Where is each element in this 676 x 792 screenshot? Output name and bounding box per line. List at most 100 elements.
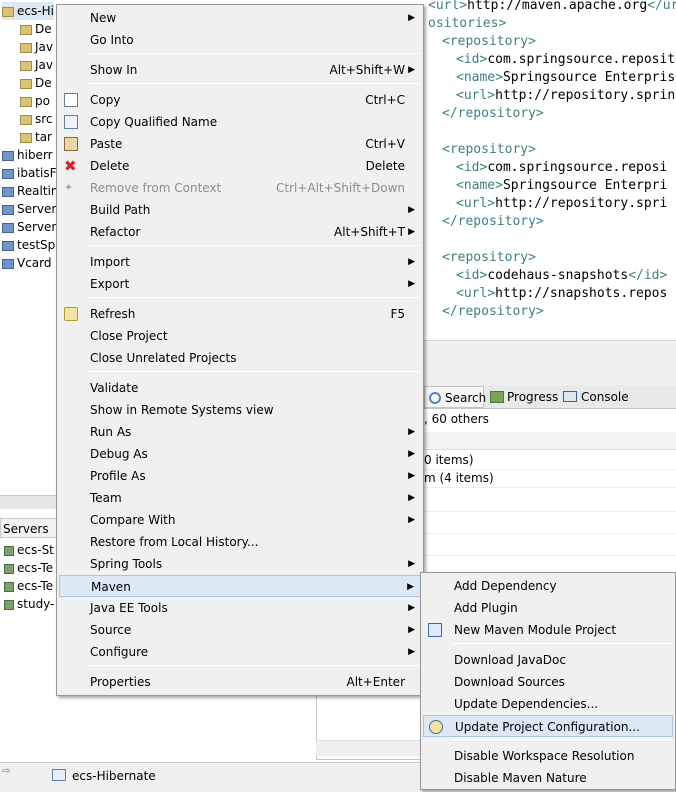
menu-item-export[interactable]: Export ▶	[59, 273, 421, 295]
code-line[interactable]: </repository>	[442, 105, 544, 123]
menu-item-paste[interactable]: Paste Ctrl+V	[59, 133, 421, 155]
server-item[interactable]: ecs-St	[4, 541, 54, 559]
menu-item-properties[interactable]: Properties Alt+Enter	[59, 671, 421, 693]
menu-item-spring-tools[interactable]: Spring Tools ▶	[59, 553, 421, 575]
menu-item-update-dependencies[interactable]: Update Dependencies...	[423, 693, 673, 715]
code-line[interactable]: </repository>	[442, 213, 544, 231]
menu-item-compare-with[interactable]: Compare With ▶	[59, 509, 421, 531]
tab-progress[interactable]: Progress	[487, 386, 558, 408]
server-item[interactable]: study-	[4, 595, 54, 613]
server-icon	[4, 581, 14, 592]
code-line[interactable]: <url>http://snapshots.repos	[456, 285, 667, 303]
menu-item-copy-qualified-name[interactable]: Copy Qualified Name	[59, 111, 421, 133]
menu-item-maven[interactable]: Maven ▶	[59, 575, 421, 597]
code-line[interactable]: <id>codehaus-snapshots</id>	[456, 267, 667, 285]
submenu-arrow-icon: ▶	[407, 582, 414, 592]
menu-item-remove-from-context[interactable]: ✦ Remove from Context Ctrl+Alt+Shift+Down	[59, 177, 421, 199]
tab-search[interactable]: Search	[424, 386, 486, 408]
tree-item-label: Jav	[35, 40, 53, 54]
tree-item[interactable]: testSp	[2, 236, 55, 254]
code-line[interactable]: <url>http://repository.spri	[456, 195, 667, 213]
menu-item-show-in-remote-systems-view[interactable]: Show in Remote Systems view	[59, 399, 421, 421]
code-tag: <url>	[456, 196, 496, 211]
submenu-arrow-icon: ▶	[408, 559, 415, 569]
menu-item-configure[interactable]: Configure ▶	[59, 641, 421, 663]
submenu-arrow-icon: ▶	[408, 603, 415, 613]
tree-item[interactable]: tar	[20, 128, 52, 146]
menu-item-run-as[interactable]: Run As ▶	[59, 421, 421, 443]
menu-item-java-ee-tools[interactable]: Java EE Tools ▶	[59, 597, 421, 619]
code-tag: <id>	[456, 52, 488, 67]
code-line[interactable]: <name>Springsource Enterpri	[456, 177, 667, 195]
menu-item-close-project[interactable]: Close Project	[59, 325, 421, 347]
menu-item-profile-as[interactable]: Profile As ▶	[59, 465, 421, 487]
menu-item-label: Import	[90, 255, 130, 269]
menu-item-download-javadoc[interactable]: Download JavaDoc	[423, 649, 673, 671]
menu-item-team[interactable]: Team ▶	[59, 487, 421, 509]
update-config-icon	[429, 720, 443, 734]
menu-item-debug-as[interactable]: Debug As ▶	[59, 443, 421, 465]
tree-item[interactable]: Realtin	[2, 182, 59, 200]
menu-item-new[interactable]: New ▶	[59, 7, 421, 29]
code-line[interactable]: <name>Springsource Enterprise	[456, 69, 676, 87]
menu-item-update-project-configuration[interactable]: Update Project Configuration...	[423, 715, 673, 737]
tree-item[interactable]: Jav	[20, 56, 53, 74]
tree-item-label: ecs-Hi	[17, 4, 54, 18]
menu-item-import[interactable]: Import ▶	[59, 251, 421, 273]
menu-item-download-sources[interactable]: Download Sources	[423, 671, 673, 693]
tree-item[interactable]: Jav	[20, 38, 53, 56]
menu-item-label: Configure	[90, 645, 149, 659]
tree-item[interactable]: po	[20, 92, 50, 110]
code-text: http://snapshots.repos	[495, 286, 668, 301]
server-icon	[4, 545, 14, 556]
code-line[interactable]: <id>com.springsource.reposito	[456, 51, 676, 69]
menu-item-label: Maven	[91, 580, 131, 594]
menu-item-add-plugin[interactable]: Add Plugin	[423, 597, 673, 619]
menu-item-delete[interactable]: ✖ Delete Delete	[59, 155, 421, 177]
menu-item-label: Source	[90, 623, 132, 637]
editor-scrollbar[interactable]	[424, 340, 676, 385]
tree-item[interactable]: De	[20, 20, 52, 38]
servers-tab[interactable]: Servers	[0, 518, 60, 538]
menu-item-build-path[interactable]: Build Path ▶	[59, 199, 421, 221]
problems-row[interactable]: m (4 items)	[424, 469, 676, 488]
menu-item-refresh[interactable]: Refresh F5	[59, 303, 421, 325]
menu-item-copy[interactable]: Copy Ctrl+C	[59, 89, 421, 111]
tree-item[interactable]: Vcard	[2, 254, 52, 272]
menu-item-disable-maven-nature[interactable]: Disable Maven Nature	[423, 767, 673, 789]
menu-item-go-into[interactable]: Go Into	[59, 29, 421, 51]
problems-row[interactable]: 0 items)	[424, 451, 676, 470]
code-line[interactable]: <repository>	[442, 141, 536, 159]
server-item[interactable]: ecs-Te	[4, 559, 53, 577]
menu-item-add-dependency[interactable]: Add Dependency	[423, 575, 673, 597]
submenu-arrow-icon: ▶	[408, 205, 415, 215]
tree-item[interactable]: De	[20, 74, 52, 92]
code-line[interactable]: </repository>	[442, 303, 544, 321]
tree-item[interactable]: Server	[2, 218, 56, 236]
code-line[interactable]: <url>http://maven.apache.org</url>	[428, 0, 676, 15]
tree-item[interactable]: ecs-Hi	[2, 2, 54, 20]
menu-item-shortcut: Ctrl+C	[365, 93, 405, 107]
menu-item-new-maven-module-project[interactable]: New Maven Module Project	[423, 619, 673, 641]
menu-item-disable-workspace-resolution[interactable]: Disable Workspace Resolution	[423, 745, 673, 767]
menu-item-close-unrelated-projects[interactable]: Close Unrelated Projects	[59, 347, 421, 369]
tree-item[interactable]: Server	[2, 200, 56, 218]
menu-item-restore-from-local-history[interactable]: Restore from Local History...	[59, 531, 421, 553]
code-tag: <repository>	[442, 34, 536, 49]
menu-item-show-in[interactable]: Show In Alt+Shift+W ▶	[59, 59, 421, 81]
tree-item[interactable]: ibatisF	[2, 164, 57, 182]
tree-item[interactable]: hiberr	[2, 146, 53, 164]
menu-item-refactor[interactable]: Refactor Alt+Shift+T ▶	[59, 221, 421, 243]
submenu-arrow-icon: ▶	[408, 13, 415, 23]
menu-item-source[interactable]: Source ▶	[59, 619, 421, 641]
tree-item[interactable]: src	[20, 110, 53, 128]
code-line[interactable]: ositories>	[428, 15, 506, 33]
code-line[interactable]: <repository>	[442, 249, 536, 267]
lower-panel-scrollbar[interactable]	[316, 740, 421, 756]
code-line[interactable]: <id>com.springsource.reposi	[456, 159, 667, 177]
code-line[interactable]: <url>http://repository.spring	[456, 87, 676, 105]
tab-console[interactable]: Console	[559, 386, 629, 408]
server-item[interactable]: ecs-Te	[4, 577, 53, 595]
code-line[interactable]: <repository>	[442, 33, 536, 51]
menu-item-validate[interactable]: Validate	[59, 377, 421, 399]
